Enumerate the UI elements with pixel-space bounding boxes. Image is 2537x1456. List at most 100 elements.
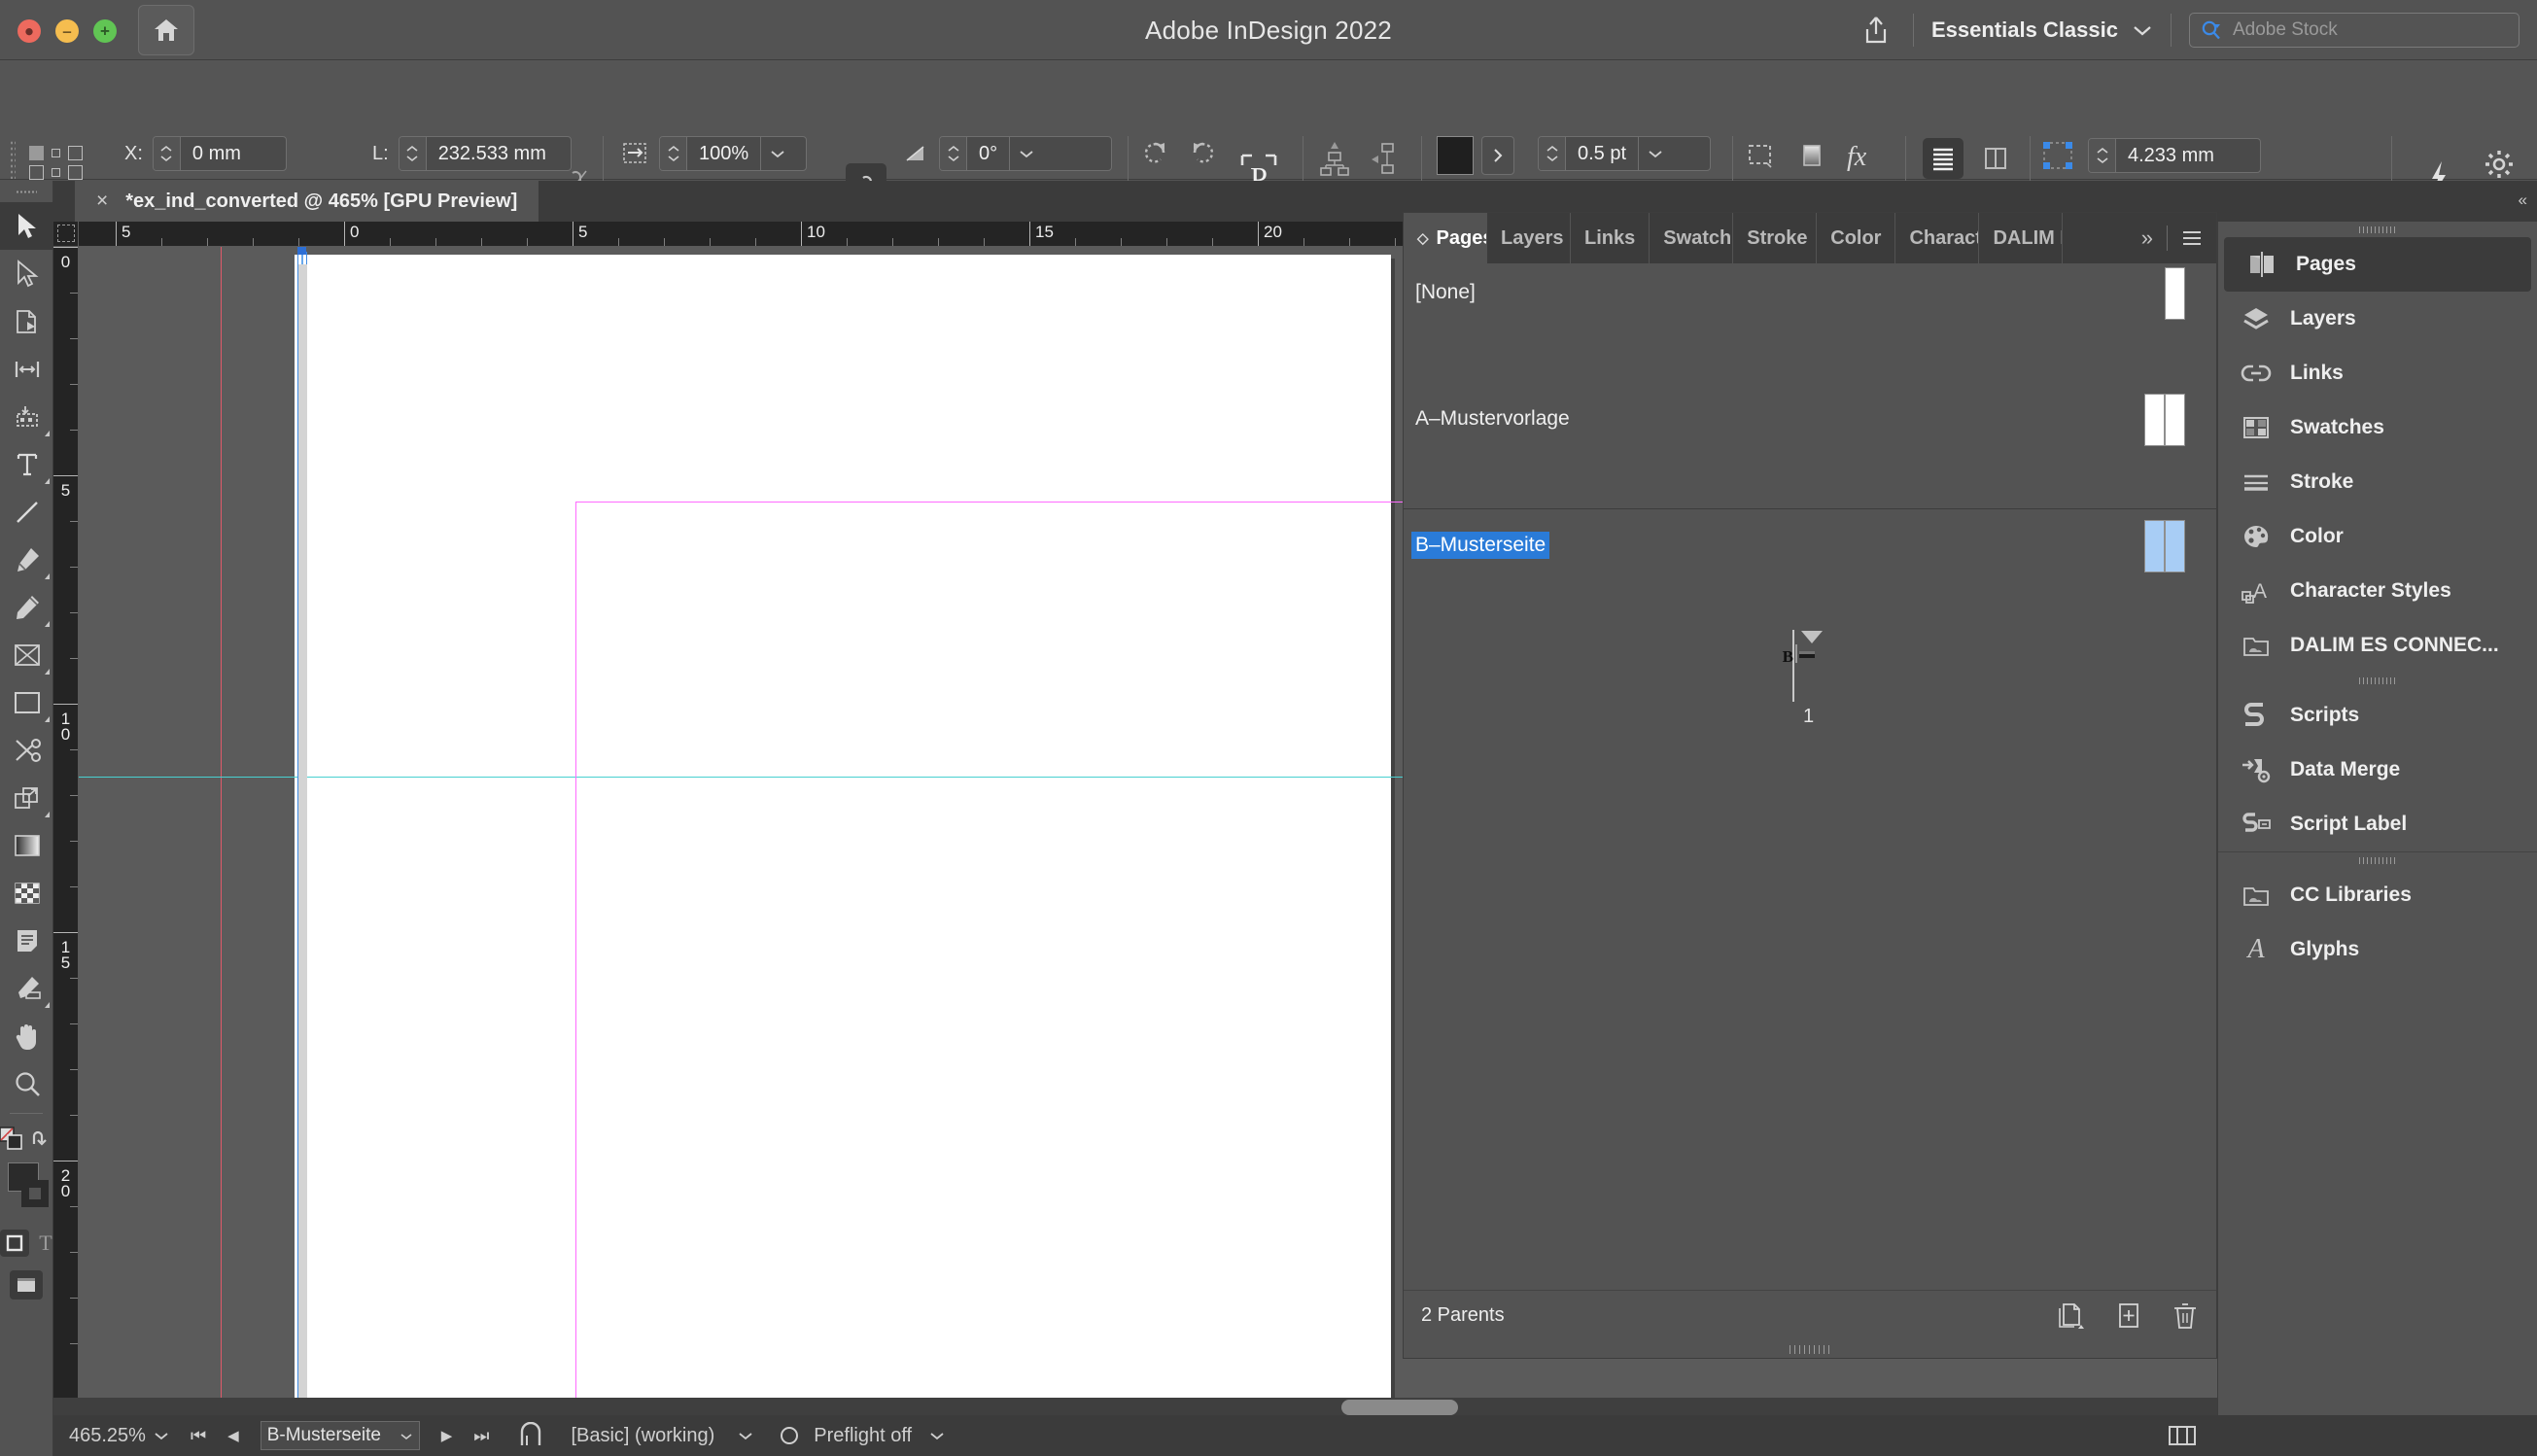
rotate-counterclockwise-button[interactable]	[1186, 140, 1219, 169]
stroke-weight-dropdown[interactable]	[1638, 137, 1671, 170]
eyedropper-tool[interactable]	[0, 964, 53, 1012]
gutter-value[interactable]: 4.233 mm	[2116, 139, 2226, 172]
content-collector-tool[interactable]	[0, 393, 53, 440]
rotation-value[interactable]: 0°	[967, 137, 1009, 170]
collapse-panels-icon[interactable]: «	[2519, 191, 2527, 210]
dock-item-dalim-es-connect[interactable]: DALIM ES CONNEC...	[2218, 618, 2537, 673]
line-tool[interactable]	[0, 488, 53, 536]
dock-item-color[interactable]: Color	[2218, 509, 2537, 564]
chevron-down-icon[interactable]	[738, 1431, 753, 1440]
delete-page-icon[interactable]	[2172, 1301, 2199, 1331]
dock-item-character-styles[interactable]: A Character Styles	[2218, 564, 2537, 618]
dock-item-layers[interactable]: Layers	[2218, 292, 2537, 346]
control-panel-settings-button[interactable]	[2485, 150, 2514, 179]
direct-selection-tool[interactable]	[0, 250, 53, 297]
fill-swatch[interactable]	[1437, 136, 1474, 175]
page-tool[interactable]	[0, 297, 53, 345]
rectangle-tool[interactable]	[0, 678, 53, 726]
selection-handle-top[interactable]	[297, 247, 306, 255]
gradient-feather-tool[interactable]	[0, 869, 53, 917]
dock-group-grip[interactable]	[2218, 222, 2537, 237]
dock-group-grip[interactable]	[2218, 673, 2537, 688]
last-page-icon[interactable]: ⏭	[473, 1426, 489, 1446]
text-frame-options-button[interactable]	[1923, 138, 1964, 179]
distribute-left-button[interactable]	[1369, 140, 1404, 181]
horizontal-scrollbar-track[interactable]	[53, 1398, 2217, 1415]
rotation-stepper[interactable]	[940, 137, 967, 170]
stroke-weight-stepper[interactable]	[1539, 137, 1566, 170]
new-from-master-icon[interactable]	[2057, 1301, 2086, 1331]
length-stepper[interactable]	[400, 137, 427, 170]
pen-tool[interactable]	[0, 536, 53, 583]
tab-links[interactable]: Links	[1571, 213, 1650, 263]
selection-tool[interactable]	[0, 202, 53, 250]
stroke-color-swatch[interactable]	[21, 1180, 49, 1207]
proxy-point-mc[interactable]	[52, 168, 60, 177]
zoom-level-control[interactable]: 465.25%	[69, 1425, 169, 1447]
panel-menu-icon[interactable]	[2181, 229, 2203, 247]
default-fill-stroke-icon[interactable]	[0, 1127, 24, 1152]
proxy-point-tc[interactable]	[52, 149, 60, 157]
pages-panel-resize-handle[interactable]	[1404, 1341, 2216, 1358]
tab-swatches[interactable]: Swatches	[1650, 213, 1733, 263]
length-input[interactable]: 232.533 mm	[399, 136, 572, 171]
vertical-ruler[interactable]: 05101520	[53, 247, 79, 1456]
share-button[interactable]	[1857, 11, 1895, 50]
proxy-point-tr[interactable]	[68, 146, 83, 160]
master-pages-list[interactable]: [None] A–Mustervorlage B–Musterseite	[1404, 263, 2216, 508]
tab-character-styles[interactable]: Character Styles	[1895, 213, 1979, 263]
distribute-top-button[interactable]	[1317, 140, 1352, 181]
dock-item-scripts[interactable]: Scripts	[2218, 688, 2537, 743]
page-thumbnail[interactable]: B 1	[1795, 645, 1797, 663]
tab-dalim-es-connect[interactable]: DALIM ES CONNECT	[1979, 213, 2063, 263]
chevron-down-icon[interactable]	[154, 1431, 169, 1440]
ruler-origin[interactable]	[53, 222, 79, 247]
proxy-point-mr[interactable]	[68, 165, 83, 180]
proxy-point-ml[interactable]	[29, 165, 44, 180]
pencil-tool[interactable]	[0, 583, 53, 631]
frame-tool[interactable]	[0, 631, 53, 678]
normal-view-mode-icon[interactable]	[10, 1270, 43, 1300]
next-page-icon[interactable]: ▶	[441, 1427, 453, 1444]
dock-item-links[interactable]: Links	[2218, 346, 2537, 400]
scale-width-input[interactable]: 100%	[659, 136, 807, 171]
tab-color[interactable]: Color	[1817, 213, 1895, 263]
stroke-weight-input[interactable]: 0.5 pt	[1538, 136, 1711, 171]
drop-shadow-button[interactable]	[1798, 142, 1825, 169]
dock-item-swatches[interactable]: Swatches	[2218, 400, 2537, 455]
rotation-input[interactable]: 0°	[939, 136, 1112, 171]
free-transform-tool[interactable]	[0, 774, 53, 821]
first-page-icon[interactable]: ⏮	[191, 1426, 206, 1446]
previous-page-icon[interactable]: ◀	[227, 1427, 239, 1444]
dock-item-pages[interactable]: Pages	[2224, 237, 2531, 292]
length-value[interactable]: 232.533 mm	[427, 137, 558, 170]
scissors-tool[interactable]	[0, 726, 53, 774]
add-page-icon[interactable]	[2115, 1301, 2142, 1331]
gutter-stepper[interactable]	[2089, 139, 2116, 172]
formatting-affects-text-icon[interactable]: T	[39, 1231, 52, 1256]
x-input[interactable]: 0 mm	[153, 136, 287, 171]
stroke-weight-value[interactable]: 0.5 pt	[1566, 137, 1638, 170]
gap-tool[interactable]	[0, 345, 53, 393]
dock-item-cc-libraries[interactable]: CC Libraries	[2218, 868, 2537, 922]
master-row-a[interactable]: A–Mustervorlage	[1404, 390, 2216, 448]
scale-width-stepper[interactable]	[660, 137, 687, 170]
adobe-stock-search[interactable]: Adobe Stock	[2189, 13, 2520, 48]
master-page-icon[interactable]	[516, 1422, 545, 1449]
formatting-affects-container-icon[interactable]	[0, 1230, 29, 1257]
swap-fill-stroke-icon[interactable]	[30, 1128, 53, 1150]
columns-button[interactable]	[1975, 138, 2016, 179]
paragraph-style-label[interactable]: [Basic] (working)	[571, 1425, 714, 1447]
scale-width-value[interactable]: 100%	[687, 137, 760, 170]
rotate-clockwise-button[interactable]	[1139, 140, 1172, 169]
gutter-input[interactable]: 4.233 mm	[2088, 138, 2261, 173]
tab-layers[interactable]: Layers	[1487, 213, 1571, 263]
hand-tool[interactable]	[0, 1012, 53, 1059]
gradient-swatch-tool[interactable]	[0, 821, 53, 869]
tab-pages[interactable]: ◇ Pages	[1404, 213, 1487, 263]
type-tool[interactable]	[0, 440, 53, 488]
chevron-down-icon[interactable]	[400, 1432, 413, 1440]
scale-width-dropdown[interactable]	[760, 137, 793, 170]
x-stepper[interactable]	[154, 137, 181, 170]
zoom-level-value[interactable]: 465.25%	[69, 1425, 146, 1447]
